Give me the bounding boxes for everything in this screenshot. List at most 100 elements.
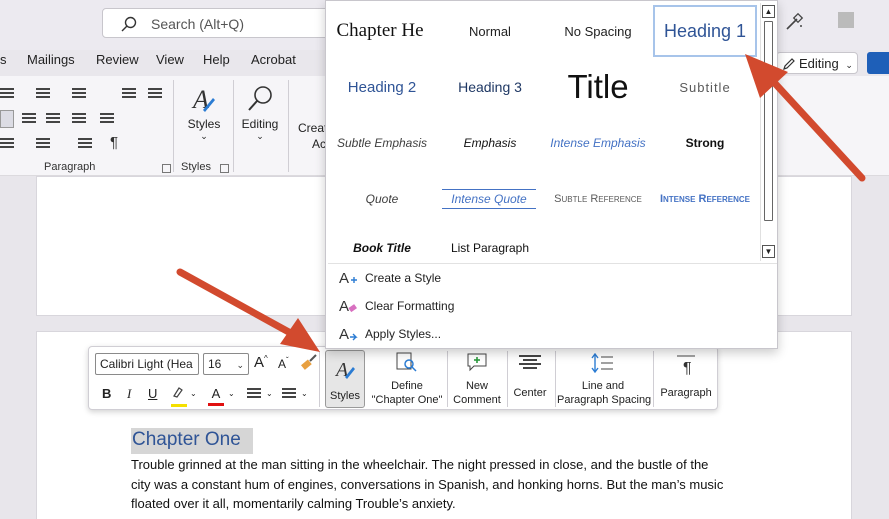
gallery-divider: [328, 263, 777, 264]
search-placeholder: Search (Alt+Q): [151, 16, 244, 32]
new-comment-label-2: Comment: [453, 394, 501, 406]
toolbar-divider: [319, 351, 320, 407]
style-quote[interactable]: Quote: [330, 179, 434, 219]
body-text-line[interactable]: floated over it all, momentarily calming…: [131, 496, 456, 511]
svg-text:A: A: [339, 298, 349, 315]
line-spacing-button[interactable]: Line and Paragraph Spacing: [557, 349, 651, 409]
shading-icon[interactable]: [0, 138, 14, 150]
editing-ribbon-button[interactable]: Editing ⌄: [240, 84, 280, 142]
tab-view[interactable]: View: [156, 52, 184, 67]
italic-button[interactable]: I: [127, 386, 131, 402]
paragraph-label: Paragraph: [660, 387, 712, 399]
font-size-field[interactable]: 16 ⌄: [203, 353, 249, 375]
styles-ribbon-button[interactable]: A Styles ⌄: [184, 84, 224, 142]
define-style-button[interactable]: Define "Chapter One": [371, 349, 443, 409]
body-text-line[interactable]: Trouble grinned at the man sitting in th…: [131, 457, 708, 472]
body-text-line[interactable]: city was a constant hum of engines, conv…: [131, 477, 723, 492]
gallery-scrollbar[interactable]: ▲ ▼: [760, 3, 776, 261]
style-list-paragraph[interactable]: List Paragraph: [438, 235, 542, 261]
font-name-field[interactable]: Calibri Light (Hea: [95, 353, 199, 375]
styles-button[interactable]: A Styles: [325, 350, 365, 408]
toolbar-divider: [653, 351, 654, 407]
style-intense-emphasis[interactable]: Intense Emphasis: [548, 123, 648, 163]
format-painter-icon[interactable]: [300, 353, 320, 373]
borders-icon[interactable]: [36, 138, 50, 150]
style-no-spacing[interactable]: No Spacing: [548, 11, 648, 51]
style-book-title[interactable]: Book Title: [330, 235, 434, 261]
editing-ribbon-label: Editing: [241, 117, 279, 131]
style-normal[interactable]: Normal: [438, 11, 542, 51]
numbering-icon[interactable]: [282, 388, 296, 400]
paragraph-group-label: Paragraph: [44, 161, 96, 173]
bullets-icon[interactable]: [0, 88, 14, 100]
align-right-icon[interactable]: [46, 113, 60, 125]
chapter-heading[interactable]: Chapter One: [131, 428, 253, 454]
line-spacing-icon[interactable]: [100, 113, 114, 125]
tab-acrobat[interactable]: Acrobat: [251, 52, 296, 67]
decrease-indent-icon[interactable]: [122, 88, 136, 100]
styles-icon: A: [334, 359, 355, 380]
font-color-icon[interactable]: A: [208, 385, 224, 406]
toolbar-divider: [555, 351, 556, 407]
style-strong[interactable]: Strong: [653, 123, 757, 163]
window-control[interactable]: [838, 12, 854, 28]
new-comment-button[interactable]: New Comment: [451, 349, 503, 409]
tab-help[interactable]: Help: [203, 52, 230, 67]
increase-indent-icon[interactable]: [148, 88, 162, 100]
style-heading-3[interactable]: Heading 3: [438, 67, 542, 107]
shrink-font-icon[interactable]: Aˇ: [278, 356, 289, 371]
paragraph-settings-button[interactable]: ¶ Paragraph: [655, 349, 717, 409]
tab-references-partial[interactable]: s: [0, 52, 7, 67]
show-formatting-icon[interactable]: ¶: [110, 134, 118, 151]
line-spacing-label-1: Line and: [581, 380, 625, 392]
styles-button-label: Styles: [330, 390, 360, 402]
styles-launcher-icon[interactable]: [220, 164, 229, 173]
share-button[interactable]: [867, 52, 889, 74]
create-pdf-label[interactable]: Creat: [298, 121, 327, 135]
toolbar-divider: [507, 351, 508, 407]
style-intense-reference[interactable]: Intense Reference: [653, 179, 757, 219]
style-title[interactable]: Title: [548, 63, 648, 111]
group-divider: [173, 80, 174, 172]
sort-icon[interactable]: [78, 138, 92, 150]
bullets-icon[interactable]: [247, 388, 261, 400]
scroll-up-icon[interactable]: ▲: [762, 5, 775, 18]
style-subtle-reference[interactable]: Subtle Reference: [548, 179, 648, 219]
style-heading-2[interactable]: Heading 2: [330, 67, 434, 107]
chevron-down-icon: ⌄: [256, 131, 264, 141]
chevron-down-icon[interactable]: ⌄: [228, 389, 235, 398]
style-heading-1[interactable]: Heading 1: [653, 5, 757, 57]
scroll-thumb[interactable]: [764, 21, 773, 221]
chevron-down-icon[interactable]: ⌄: [266, 389, 273, 398]
create-style-label: Create a Style: [365, 271, 442, 285]
designer-wand-icon[interactable]: [784, 12, 804, 32]
chevron-down-icon[interactable]: ⌄: [301, 389, 308, 398]
grow-font-icon[interactable]: A^: [254, 354, 268, 371]
align-center-icon[interactable]: [22, 113, 36, 125]
justify-icon[interactable]: [72, 113, 86, 125]
tab-review[interactable]: Review: [96, 52, 139, 67]
chevron-down-icon: ⌄: [236, 360, 244, 370]
svg-text:¶: ¶: [683, 360, 692, 375]
style-subtle-emphasis[interactable]: Subtle Emphasis: [330, 123, 434, 163]
chevron-down-icon: ⌄: [845, 60, 853, 70]
find-icon: [248, 86, 272, 111]
style-subtitle[interactable]: Subtitle: [653, 67, 757, 107]
center-button[interactable]: Center: [509, 349, 551, 409]
numbering-icon[interactable]: [36, 88, 50, 100]
style-intense-quote[interactable]: Intense Quote: [442, 189, 536, 209]
multilevel-list-icon[interactable]: [72, 88, 86, 100]
paragraph-launcher-icon[interactable]: [162, 164, 171, 173]
underline-button[interactable]: U: [148, 386, 157, 401]
style-emphasis[interactable]: Emphasis: [438, 123, 542, 163]
align-left-icon[interactable]: [0, 110, 14, 128]
chevron-down-icon[interactable]: ⌄: [190, 389, 197, 398]
bold-button[interactable]: B: [102, 386, 111, 401]
tab-mailings[interactable]: Mailings: [27, 52, 75, 67]
svg-text:A: A: [339, 270, 349, 287]
style-chapter-heading[interactable]: Chapter He: [330, 11, 430, 51]
editing-mode-button[interactable]: Editing ⌄: [776, 52, 858, 74]
highlight-icon[interactable]: [171, 385, 187, 407]
search-box[interactable]: Search (Alt+Q): [102, 8, 332, 38]
scroll-down-icon[interactable]: ▼: [762, 245, 775, 258]
